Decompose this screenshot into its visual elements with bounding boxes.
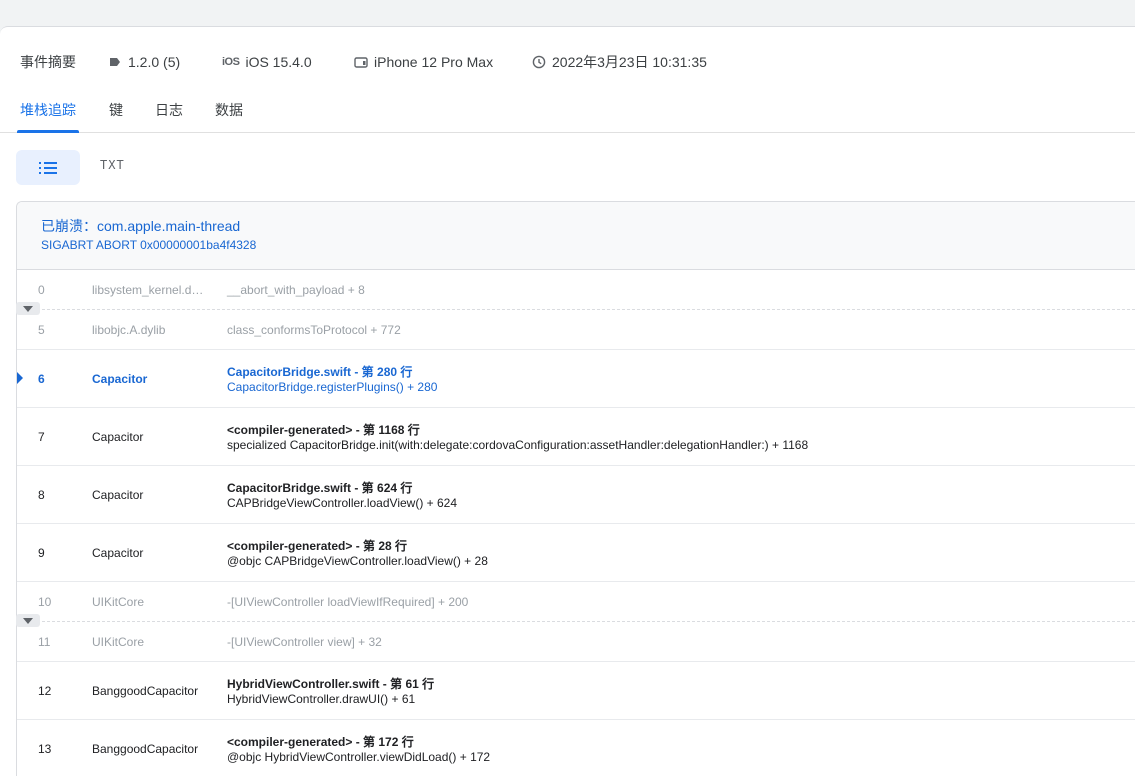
frame-call: HybridViewController.drawUI() + 61 (227, 692, 416, 706)
frame-file: <compiler-generated> - 第 28 行 (227, 539, 408, 553)
frame-index: 11 (38, 635, 51, 649)
expand-frames-button[interactable] (16, 302, 40, 315)
frame-symbol: class_conformsToProtocol + 772 (227, 323, 401, 337)
stack-frame[interactable]: 11 UIKitCore -[UIViewController view] + … (17, 622, 1135, 662)
frame-call: specialized CapacitorBridge.init(with:de… (227, 438, 809, 452)
tab-stack-trace[interactable]: 堆栈追踪 (17, 87, 79, 133)
time-text: 2022年3月23日 10:31:35 (552, 54, 707, 70)
frame-library: Capacitor (92, 430, 144, 444)
frame-library: Capacitor (92, 488, 144, 502)
frame-index: 0 (38, 283, 45, 297)
list-view-button[interactable] (16, 150, 80, 185)
frame-file: <compiler-generated> - 第 172 行 (227, 735, 414, 749)
frame-call: CAPBridgeViewController.loadView() + 624 (227, 496, 458, 510)
os-text: iOS 15.4.0 (245, 54, 312, 70)
time-info: 2022年3月23日 10:31:35 (532, 52, 707, 72)
frame-library: libsystem_kernel.dylib (92, 283, 207, 297)
frame-library: UIKitCore (92, 595, 145, 609)
frame-index: 10 (38, 595, 52, 609)
frame-library: BanggoodCapacitor (92, 742, 199, 756)
expand-icon (23, 305, 33, 312)
tag-icon (110, 58, 120, 66)
tab-data[interactable]: 数据 (215, 87, 243, 133)
event-summary: 事件摘要 1.2.0 (5) iOS iOS 15.4.0 iPhone 12 … (0, 37, 1135, 87)
tab-logs[interactable]: 日志 (155, 87, 183, 133)
device-text: iPhone 12 Pro Max (374, 54, 494, 70)
stack-frame-crashed[interactable]: 6 Capacitor CapacitorBridge.swift - 第 28… (17, 350, 1135, 408)
tab-keys[interactable]: 键 (109, 87, 123, 133)
frame-library: libobjc.A.dylib (92, 323, 166, 337)
stack-frame[interactable]: 7 Capacitor <compiler-generated> - 第 116… (17, 408, 1135, 466)
stack-frame[interactable]: 5 libobjc.A.dylib class_conformsToProtoc… (17, 310, 1135, 350)
version-info: 1.2.0 (5) (108, 54, 180, 70)
frame-call: @objc CAPBridgeViewController.loadView()… (227, 554, 488, 568)
frame-library: Capacitor (92, 372, 148, 386)
stack-trace-panel: 已崩溃：com.apple.main-thread SIGABRT ABORT … (16, 201, 1135, 776)
frame-library: Capacitor (92, 546, 144, 560)
list-icon (39, 161, 57, 174)
frame-index: 7 (38, 430, 45, 444)
crash-header: 已崩溃：com.apple.main-thread SIGABRT ABORT … (17, 202, 1135, 270)
expand-frames-button[interactable] (16, 614, 40, 627)
device-info: iPhone 12 Pro Max (354, 54, 493, 70)
frame-library: UIKitCore (92, 635, 145, 649)
stack-frame[interactable]: 12 BanggoodCapacitor HybridViewControlle… (17, 662, 1135, 720)
clock-icon (532, 55, 546, 69)
frame-index: 6 (38, 372, 45, 386)
version-text: 1.2.0 (5) (128, 54, 181, 70)
expand-icon (23, 617, 33, 624)
frame-file: <compiler-generated> - 第 1168 行 (227, 423, 420, 437)
frame-symbol: __abort_with_payload + 8 (227, 283, 365, 297)
frame-library: BanggoodCapacitor (92, 684, 199, 698)
ios-badge: iOS (222, 56, 240, 68)
crash-signal: SIGABRT ABORT 0x00000001ba4f4328 (41, 238, 257, 252)
txt-view-button[interactable]: TXT (100, 158, 125, 172)
frame-call: @objc HybridViewController.viewDidLoad()… (227, 750, 491, 764)
frame-file: HybridViewController.swift - 第 61 行 (227, 677, 435, 691)
stack-frame[interactable]: 13 BanggoodCapacitor <compiler-generated… (17, 720, 1135, 776)
frame-index: 5 (38, 323, 45, 337)
frame-index: 8 (38, 488, 45, 502)
summary-label: 事件摘要 (20, 54, 76, 70)
frame-file: CapacitorBridge.swift - 第 280 行 (227, 365, 413, 379)
current-frame-indicator-icon (17, 372, 23, 384)
stack-frame[interactable]: 10 UIKitCore -[UIViewController loadView… (17, 582, 1135, 622)
phone-icon (354, 57, 368, 68)
frame-file: CapacitorBridge.swift - 第 624 行 (227, 481, 413, 495)
frame-index: 13 (38, 742, 52, 756)
frame-symbol: -[UIViewController view] + 32 (227, 635, 382, 649)
stack-frame[interactable]: 0 libsystem_kernel.dylib __abort_with_pa… (17, 270, 1135, 310)
tab-bar: 堆栈追踪 键 日志 数据 (0, 87, 1135, 133)
frame-symbol: -[UIViewController loadViewIfRequired] +… (227, 595, 469, 609)
frame-call: CapacitorBridge.registerPlugins() + 280 (227, 380, 438, 394)
stack-frame[interactable]: 9 Capacitor <compiler-generated> - 第 28 … (17, 524, 1135, 582)
crash-thread-title: 已崩溃：com.apple.main-thread (41, 218, 241, 234)
frame-index: 12 (38, 684, 52, 698)
stack-frame[interactable]: 8 Capacitor CapacitorBridge.swift - 第 62… (17, 466, 1135, 524)
os-info: iOS iOS 15.4.0 (222, 54, 312, 70)
frame-index: 9 (38, 546, 45, 560)
